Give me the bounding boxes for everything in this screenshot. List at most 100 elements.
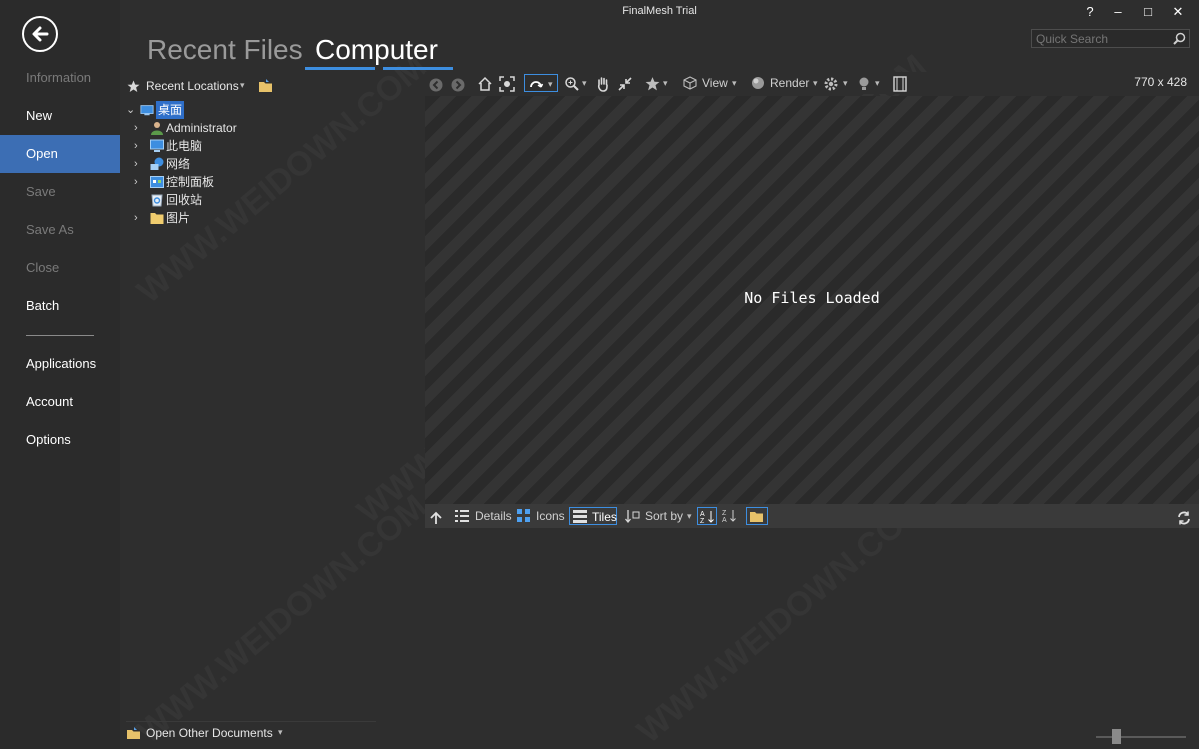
tree-item-label: 此电脑 [166, 139, 203, 153]
star-icon [127, 80, 140, 92]
tree-item-label: 网络 [166, 157, 191, 171]
tree-item-recycle-bin[interactable]: 回收站 [134, 191, 414, 209]
quick-search-input[interactable] [1031, 29, 1190, 48]
user-icon [151, 122, 163, 135]
maximize-button[interactable]: □ [1138, 3, 1158, 21]
arrow-up-icon[interactable] [429, 509, 443, 527]
chevron-down-icon: ▾ [813, 78, 818, 88]
backstage-nav: Information New Open Save Save As Close … [0, 0, 120, 749]
help-button[interactable]: ? [1080, 3, 1100, 21]
chevron-right-icon[interactable]: › [134, 119, 146, 137]
recent-locations-label: Recent Locations [146, 79, 239, 93]
open-folder-button[interactable] [746, 507, 768, 525]
tiles-icon [573, 510, 587, 523]
sort-ascending-button[interactable]: AZ [697, 507, 717, 525]
tree-item-label: 图片 [166, 211, 191, 225]
sort-by-dropdown[interactable]: Sort by ▾ [625, 507, 697, 525]
chevron-down-icon: ▾ [732, 78, 737, 88]
fit-view-icon[interactable] [499, 75, 515, 93]
nav-back-icon[interactable] [429, 76, 443, 94]
chevron-down-icon[interactable]: ⌄ [126, 101, 138, 119]
tree-item-label: 控制面板 [166, 175, 215, 189]
sort-descending-icon: ZA [722, 510, 736, 523]
view-menu-label: View [702, 76, 728, 90]
nav-divider [26, 335, 94, 336]
chevron-right-icon[interactable]: › [134, 155, 146, 173]
tree-item-network[interactable]: › 网络 [134, 155, 414, 173]
watermark: WWW.WEIDOWN.COM [130, 487, 434, 749]
svg-text:Z: Z [722, 510, 727, 517]
sort-by-label: Sort by [645, 509, 684, 523]
chevron-right-icon[interactable]: › [134, 209, 146, 227]
rotate-tool-button[interactable]: ▾ [524, 74, 558, 92]
sort-descending-button[interactable]: ZA [721, 507, 739, 525]
render-menu-label: Render [770, 76, 810, 90]
chevron-down-icon: ▾ [548, 79, 553, 89]
tree-item-label: Administrator [166, 121, 237, 135]
chevron-down-icon[interactable]: ▾ [582, 74, 587, 92]
nav-options[interactable]: Options [0, 421, 120, 459]
svg-text:Z: Z [700, 518, 705, 524]
tab-computer[interactable]: Computer [315, 34, 438, 66]
nav-save-as[interactable]: Save As [0, 211, 120, 249]
details-view-button[interactable]: Details [455, 507, 512, 525]
nav-applications[interactable]: Applications [0, 345, 120, 383]
cube-icon [683, 76, 697, 90]
open-other-documents-label: Open Other Documents [146, 726, 273, 740]
tree-item-administrator[interactable]: › Administrator [134, 119, 414, 137]
nav-information[interactable]: Information [0, 59, 120, 97]
tab-recent-files[interactable]: Recent Files [147, 34, 303, 66]
nav-save[interactable]: Save [0, 173, 120, 211]
gear-icon[interactable] [823, 75, 839, 93]
arrow-left-icon [32, 26, 49, 42]
folder-open-icon [127, 727, 140, 739]
collapse-icon[interactable] [617, 75, 633, 93]
zoom-slider-track[interactable] [1096, 736, 1186, 738]
tab-underline [305, 67, 375, 70]
tree-item-pictures[interactable]: › 图片 [134, 209, 414, 227]
recent-locations-dropdown[interactable]: Recent Locations ▾ [126, 78, 426, 96]
nav-new[interactable]: New [0, 97, 120, 135]
details-list-icon [455, 510, 469, 522]
3d-viewport[interactable]: No Files Loaded [425, 96, 1199, 504]
close-button[interactable]: ✕ [1168, 3, 1188, 21]
render-menu-button[interactable]: Render ▾ [751, 74, 821, 92]
search-icon[interactable] [1173, 32, 1186, 45]
tree-item-label: 桌面 [156, 101, 185, 119]
tiles-view-button[interactable]: Tiles [569, 507, 617, 525]
star-icon[interactable] [645, 75, 660, 93]
minimize-button[interactable]: – [1108, 3, 1128, 21]
nav-forward-icon[interactable] [451, 76, 465, 94]
network-icon [150, 157, 164, 170]
tree-item-this-pc[interactable]: › 此电脑 [134, 137, 414, 155]
pan-hand-icon[interactable] [595, 75, 611, 93]
chevron-down-icon[interactable]: ▾ [875, 74, 880, 92]
tree-item-desktop[interactable]: ⌄ 桌面 [126, 101, 406, 119]
folder-open-icon[interactable] [258, 78, 274, 94]
nav-close[interactable]: Close [0, 249, 120, 287]
chevron-down-icon[interactable]: ▾ [843, 74, 848, 92]
back-button[interactable] [22, 16, 58, 52]
refresh-icon[interactable] [1177, 509, 1191, 527]
zoom-icon[interactable] [564, 75, 580, 93]
chevron-right-icon[interactable]: › [134, 137, 146, 155]
nav-open[interactable]: Open [0, 135, 120, 173]
file-list-toolbar: Details Icons Tiles Sort by ▾ AZ ZA [425, 504, 1199, 528]
view-menu-button[interactable]: View ▾ [683, 74, 741, 92]
window-title: FinalMesh Trial [622, 5, 697, 17]
tab-underline [383, 67, 453, 70]
tree-item-control-panel[interactable]: › 控制面板 [134, 173, 414, 191]
chevron-right-icon[interactable]: › [134, 173, 146, 191]
chevron-down-icon[interactable]: ▾ [663, 74, 668, 92]
icons-view-button[interactable]: Icons [517, 507, 565, 525]
details-label: Details [475, 509, 512, 523]
zoom-slider-thumb[interactable] [1112, 729, 1121, 744]
empty-message: No Files Loaded [744, 289, 880, 307]
light-bulb-icon[interactable] [857, 75, 871, 93]
nav-batch[interactable]: Batch [0, 287, 120, 325]
nav-account[interactable]: Account [0, 383, 120, 421]
recycle-bin-icon [151, 194, 163, 207]
desktop-icon [140, 105, 154, 116]
film-strip-icon[interactable] [893, 75, 907, 93]
home-icon[interactable] [477, 75, 493, 93]
